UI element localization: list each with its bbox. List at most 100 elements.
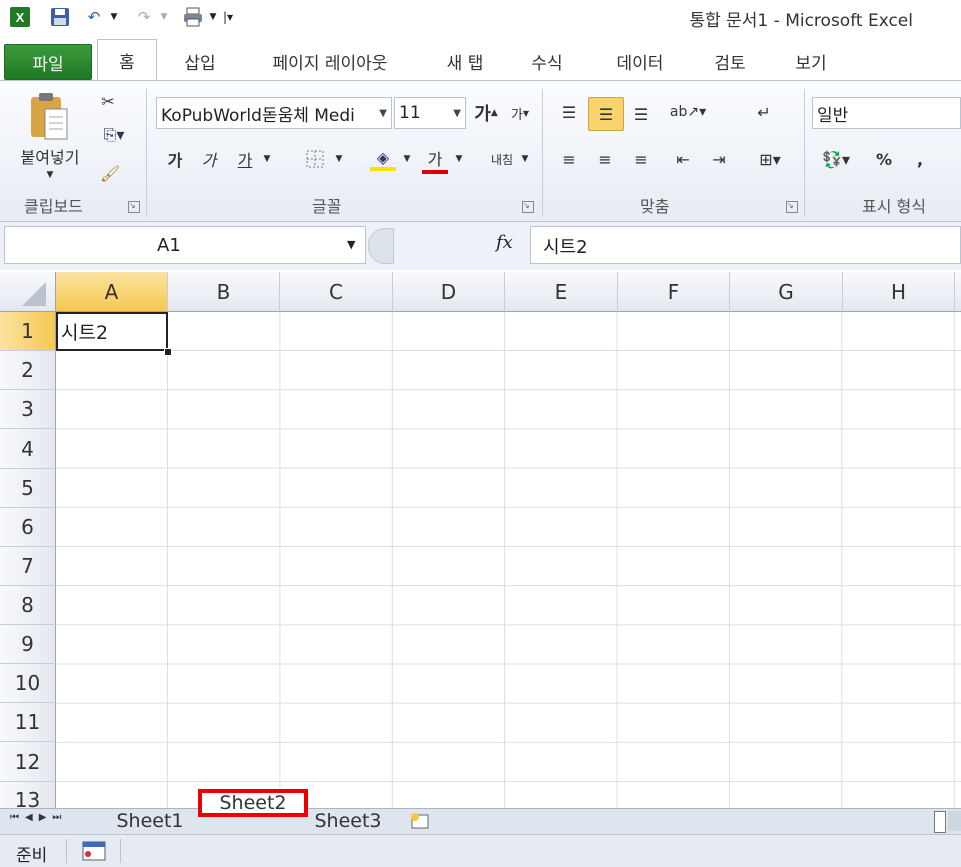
- formula-input[interactable]: 시트2: [530, 226, 961, 264]
- font-launcher-icon[interactable]: ↘: [522, 201, 534, 213]
- tab-file[interactable]: 파일: [4, 44, 92, 80]
- row-header-1[interactable]: 1: [0, 312, 56, 351]
- align-top-icon[interactable]: ☰: [554, 97, 584, 127]
- row-header-6[interactable]: 6: [0, 508, 56, 547]
- underline-dropdown-icon[interactable]: ▼: [260, 151, 274, 167]
- alignment-launcher-icon[interactable]: ↘: [786, 201, 798, 213]
- formula-bar-splitter[interactable]: [368, 228, 394, 264]
- sheet-nav-icons[interactable]: ⏮◀▶⏭: [10, 812, 67, 823]
- borders-dropdown-icon[interactable]: ▼: [332, 151, 346, 167]
- row-header-5[interactable]: 5: [0, 469, 56, 508]
- column-header-b[interactable]: B: [168, 272, 280, 312]
- undo-icon[interactable]: ↶: [82, 6, 106, 28]
- cut-icon[interactable]: ✂: [96, 89, 120, 113]
- format-painter-icon[interactable]: 🖌: [96, 159, 124, 187]
- fill-handle[interactable]: [164, 348, 172, 356]
- number-format-combo[interactable]: 일반: [812, 97, 961, 129]
- sheet-tab-1[interactable]: Sheet1: [108, 809, 192, 833]
- column-header-c[interactable]: C: [280, 272, 393, 312]
- row-header-2[interactable]: 2: [0, 351, 56, 390]
- align-right-icon[interactable]: ≡: [626, 143, 656, 175]
- align-center-icon[interactable]: ≡: [590, 143, 620, 175]
- select-all-corner[interactable]: [0, 272, 56, 312]
- horizontal-scroll-splitter[interactable]: [934, 811, 946, 833]
- redo-dropdown-icon[interactable]: ▼: [158, 6, 170, 28]
- underline-button[interactable]: 가: [232, 143, 258, 175]
- redo-icon[interactable]: ↷: [132, 6, 156, 28]
- tab-page-layout[interactable]: 페이지 레이아웃: [250, 44, 410, 78]
- fill-color-dropdown-icon[interactable]: ▼: [400, 151, 414, 167]
- row-header-10[interactable]: 10: [0, 664, 56, 703]
- font-color-button[interactable]: 가: [418, 143, 452, 177]
- font-size-dropdown-icon[interactable]: ▼: [453, 108, 461, 119]
- sheet-tab-3[interactable]: Sheet3: [306, 809, 390, 833]
- column-header-a[interactable]: A: [56, 272, 168, 312]
- font-name-dropdown-icon[interactable]: ▼: [379, 108, 387, 119]
- tab-review[interactable]: 검토: [698, 44, 762, 78]
- row-header-11[interactable]: 11: [0, 703, 56, 742]
- tab-data[interactable]: 데이터: [600, 44, 680, 78]
- column-header-f[interactable]: F: [618, 272, 730, 312]
- increase-indent-icon[interactable]: ⇥: [704, 143, 734, 175]
- tab-insert[interactable]: 삽입: [170, 44, 230, 78]
- italic-button[interactable]: 가: [196, 143, 222, 175]
- excel-icon[interactable]: X: [8, 6, 32, 28]
- name-box[interactable]: A1 ▼: [4, 226, 366, 264]
- print-icon[interactable]: [180, 6, 206, 28]
- decrease-indent-icon[interactable]: ⇤: [668, 143, 698, 175]
- align-middle-icon[interactable]: ☰: [588, 97, 624, 131]
- clipboard-launcher-icon[interactable]: ↘: [128, 201, 140, 213]
- bold-button[interactable]: 가: [162, 143, 188, 175]
- font-size-combo[interactable]: 11 ▼: [394, 97, 466, 129]
- row-header-7[interactable]: 7: [0, 547, 56, 586]
- insert-function-button[interactable]: fx: [496, 232, 513, 253]
- accounting-format-icon[interactable]: 💱▾: [814, 143, 858, 175]
- fill-color-icon[interactable]: ◈: [366, 143, 400, 175]
- borders-icon[interactable]: [300, 143, 330, 175]
- column-header-h[interactable]: H: [843, 272, 955, 312]
- row-header-12[interactable]: 12: [0, 742, 56, 782]
- row-header-13[interactable]: 13: [0, 782, 56, 808]
- worksheet-grid[interactable]: A B C D E F G H 1 2 3 4 5 6 7 8 9 10 11 …: [0, 272, 961, 808]
- orientation-icon[interactable]: ab↗▾: [668, 97, 708, 127]
- column-header-d[interactable]: D: [393, 272, 505, 312]
- shrink-font-button[interactable]: 가 ▼: [508, 99, 532, 127]
- row-header-4[interactable]: 4: [0, 429, 56, 469]
- copy-icon[interactable]: ⎘▾: [96, 123, 132, 147]
- undo-dropdown-icon[interactable]: ▼: [108, 6, 120, 28]
- column-header-g[interactable]: G: [730, 272, 843, 312]
- row-header-9[interactable]: 9: [0, 625, 56, 664]
- phonetic-button[interactable]: 내침: [486, 141, 518, 177]
- tab-view[interactable]: 보기: [780, 44, 842, 78]
- paste-icon[interactable]: [14, 87, 84, 147]
- cell-area[interactable]: [56, 312, 961, 808]
- save-icon[interactable]: [48, 6, 72, 28]
- paste-button[interactable]: 붙여넣기: [10, 145, 90, 167]
- merge-center-icon[interactable]: ⊞▾: [748, 143, 792, 175]
- cell-a1[interactable]: 시트2: [56, 312, 168, 351]
- font-name-combo[interactable]: KoPubWorld돋움체 Medi ▼: [156, 97, 392, 129]
- horizontal-scrollbar[interactable]: [948, 811, 961, 831]
- percent-button[interactable]: %: [870, 143, 898, 175]
- macro-record-icon[interactable]: [82, 841, 106, 865]
- customize-icon[interactable]: |▾: [220, 6, 236, 28]
- phonetic-dropdown-icon[interactable]: ▼: [518, 151, 532, 167]
- comma-button[interactable]: ,: [908, 143, 932, 175]
- font-color-dropdown-icon[interactable]: ▼: [452, 151, 466, 167]
- tab-home[interactable]: 홈: [97, 39, 157, 80]
- print-dropdown-icon[interactable]: ▼: [208, 6, 218, 28]
- sheet-tab-2[interactable]: Sheet2: [198, 789, 308, 817]
- align-bottom-icon[interactable]: ☰: [626, 99, 656, 129]
- insert-sheet-icon[interactable]: [404, 809, 434, 833]
- name-box-dropdown-icon[interactable]: ▼: [347, 238, 355, 251]
- paste-dropdown-icon[interactable]: ▼: [40, 169, 60, 181]
- row-header-3[interactable]: 3: [0, 390, 56, 429]
- grow-font-button[interactable]: 가 ▲: [474, 99, 498, 127]
- column-header-partial[interactable]: [955, 272, 961, 312]
- align-left-icon[interactable]: ≡: [554, 143, 584, 175]
- column-header-e[interactable]: E: [505, 272, 618, 312]
- tab-new[interactable]: 새 탭: [430, 44, 500, 78]
- wrap-text-icon[interactable]: ↵: [748, 97, 780, 127]
- tab-formulas[interactable]: 수식: [516, 44, 578, 78]
- row-header-8[interactable]: 8: [0, 586, 56, 625]
